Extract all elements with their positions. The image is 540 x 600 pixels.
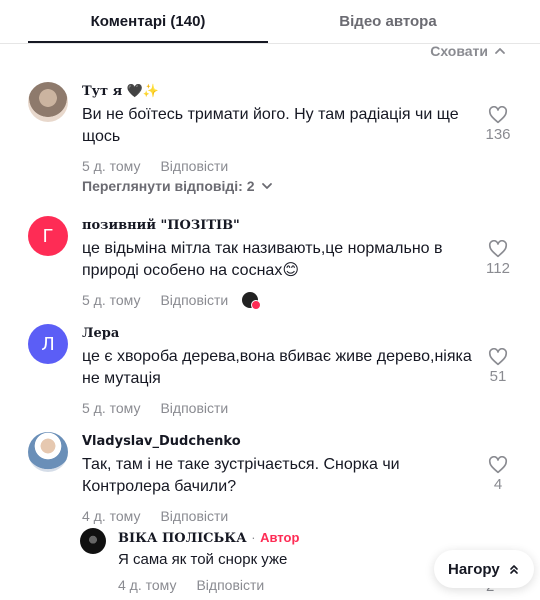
like-count: 112 <box>486 260 510 277</box>
separator: · <box>251 530 256 545</box>
double-chevron-up-icon <box>509 565 518 574</box>
tab-author-videos[interactable]: Відео автора <box>268 0 508 44</box>
like-button[interactable]: 51 <box>478 348 518 385</box>
comment-item: Л Лера це є хвороба дерева,вона вбиває ж… <box>28 324 518 420</box>
comment-username[interactable]: позивний "ПОЗІТІВ" <box>82 216 472 236</box>
view-replies-button[interactable]: Переглянути відповіді: 2 <box>82 178 273 194</box>
tab-bar: Коментарі (140) Відео автора <box>0 0 540 44</box>
tab-comments[interactable]: Коментарі (140) <box>28 0 268 44</box>
comment-date: 5 д. тому <box>82 292 141 308</box>
heart-outline-icon <box>488 240 508 258</box>
hide-comments-button[interactable]: Сховати <box>430 43 506 59</box>
comment-item: Тут я 🖤✨ Ви не боїтесь тримати його. Ну … <box>28 82 518 202</box>
avatar[interactable] <box>28 82 68 122</box>
comment-date: 5 д. тому <box>82 158 141 174</box>
like-button[interactable]: 4 <box>478 456 518 493</box>
heart-outline-icon <box>488 348 508 366</box>
reply-button[interactable]: Відповісти <box>160 508 228 524</box>
like-count: 4 <box>493 476 503 493</box>
reply-button[interactable]: Відповісти <box>160 158 228 174</box>
chevron-down-icon <box>261 183 272 189</box>
comment-username[interactable]: Vladyslav_Dudchenko <box>82 432 472 452</box>
avatar[interactable]: Г <box>28 216 68 256</box>
chevron-up-icon <box>495 48 505 54</box>
comment-text: це є хвороба дерева,вона вбиває живе дер… <box>82 348 472 387</box>
like-button[interactable]: 112 <box>478 240 518 277</box>
comment-date: 5 д. тому <box>82 400 141 416</box>
active-tab-indicator <box>28 41 268 43</box>
comment-text: Ви не боїтесь тримати його. Ну там радіа… <box>82 106 459 145</box>
avatar[interactable] <box>80 528 106 554</box>
like-count: 51 <box>489 368 507 385</box>
comment-username[interactable]: Лера <box>82 324 472 344</box>
comment-text: це відьміна мітла так називають,це норма… <box>82 240 443 279</box>
comment-date: 4 д. тому <box>82 508 141 524</box>
comment-text: Так, там і не таке зустрічається. Снорка… <box>82 456 400 495</box>
like-button[interactable]: 136 <box>478 106 518 143</box>
scroll-to-top-label: Нагору <box>448 560 500 578</box>
reply-button[interactable]: Відповісти <box>160 400 228 416</box>
heart-outline-icon <box>488 106 508 124</box>
comment-item: Г позивний "ПОЗІТІВ" це відьміна мітла т… <box>28 216 518 312</box>
scroll-to-top-button[interactable]: Нагору <box>434 550 534 588</box>
reply-button[interactable]: Відповісти <box>196 577 264 593</box>
reply-date: 4 д. тому <box>118 577 177 593</box>
author-badge: Автор <box>260 530 300 545</box>
heart-outline-icon <box>488 456 508 474</box>
reply-text: Я сама як той снорк уже <box>118 551 288 568</box>
comment-username[interactable]: Тут я 🖤✨ <box>82 82 472 102</box>
reply-button[interactable]: Відповісти <box>160 292 228 308</box>
comment-item: Vladyslav_Dudchenko Так, там і не таке з… <box>28 432 518 528</box>
creator-liked-avatar <box>242 292 262 310</box>
like-count: 136 <box>485 126 511 143</box>
reply-username[interactable]: ВІКА ПОЛІСЬКА · Автор <box>118 528 438 548</box>
view-replies-label: Переглянути відповіді: 2 <box>82 178 255 194</box>
avatar[interactable]: Л <box>28 324 68 364</box>
avatar[interactable] <box>28 432 68 472</box>
username-emoji: 🖤✨ <box>126 84 160 99</box>
hide-label: Сховати <box>430 43 488 59</box>
